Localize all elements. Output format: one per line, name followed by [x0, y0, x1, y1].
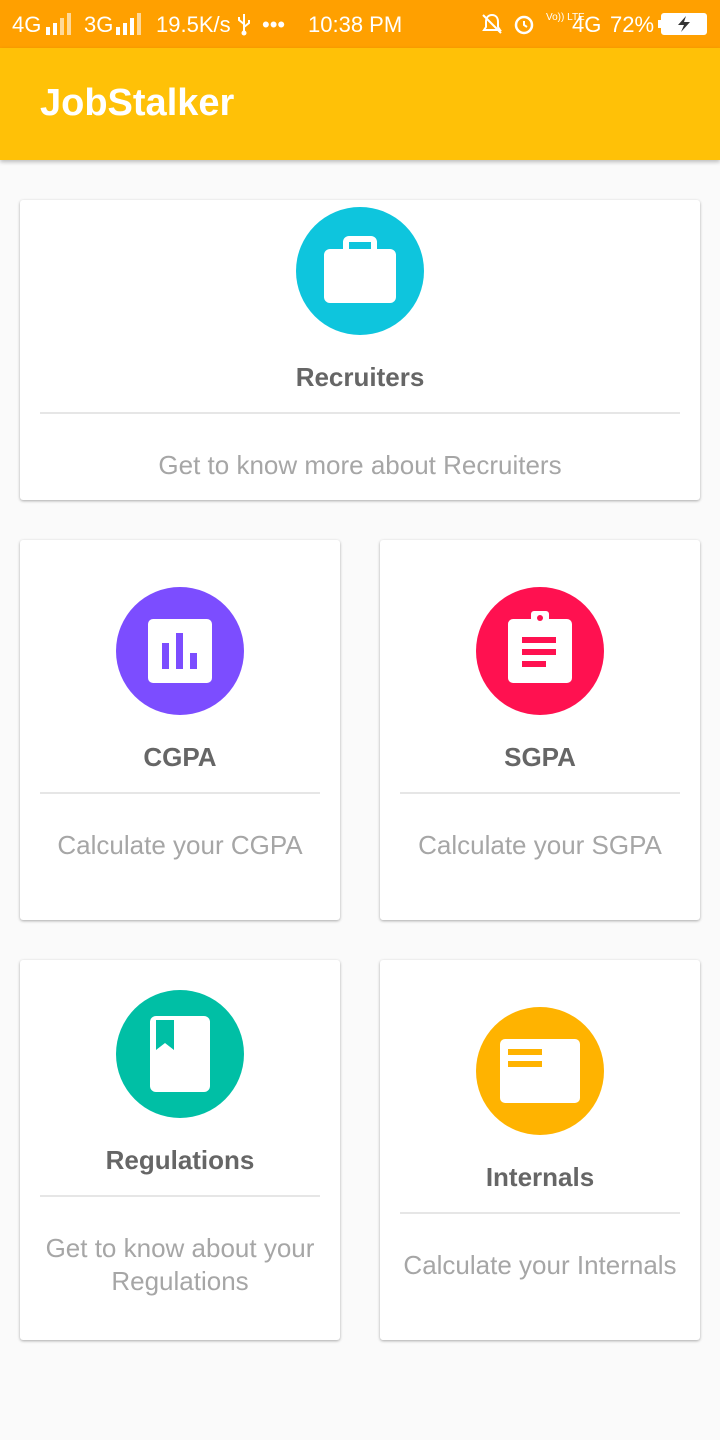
regulations-title: Regulations	[105, 1145, 255, 1175]
internals-icon-circle	[476, 1007, 604, 1135]
signal-strength-icon	[46, 13, 71, 35]
signal-strength-icon-2	[116, 13, 141, 35]
network-speed: 19.5K/s	[156, 12, 231, 37]
clipboard-icon	[508, 611, 572, 683]
internals-description: Calculate your Internals	[403, 1250, 677, 1280]
sgpa-icon-circle	[476, 587, 604, 715]
recruiters-description: Get to know more about Recruiters	[158, 450, 562, 480]
app-title: JobStalker	[40, 82, 235, 124]
cgpa-icon-circle	[116, 587, 244, 715]
internals-card[interactable]: Internals Calculate your Internals	[380, 960, 700, 1340]
cgpa-description: Calculate your CGPA	[57, 830, 303, 860]
status-bar: 4G 3G 19.5K/s ••• 10:38 PM Vo)) LTE 4G 7…	[0, 0, 720, 48]
recruiters-title: Recruiters	[295, 362, 425, 392]
cgpa-card[interactable]: CGPA Calculate your CGPA	[20, 540, 340, 920]
sgpa-divider	[400, 792, 680, 794]
sgpa-description: Calculate your SGPA	[418, 830, 662, 860]
recruiters-icon-circle	[296, 207, 424, 335]
clock: 10:38 PM	[308, 12, 403, 37]
network-type-1: 4G	[12, 12, 42, 37]
app-bar: JobStalker	[0, 48, 720, 160]
sgpa-card[interactable]: SGPA Calculate your SGPA	[380, 540, 700, 920]
briefcase-icon	[324, 236, 396, 303]
volte-indicator: Vo)) LTE	[546, 12, 585, 23]
bar-chart-icon	[148, 619, 212, 683]
regulations-icon-circle	[116, 990, 244, 1118]
notifications-off-icon	[482, 13, 502, 34]
recruiters-divider	[40, 412, 680, 414]
network-type-3: 4G	[572, 12, 602, 37]
regulations-card[interactable]: Regulations Get to know about your Regul…	[20, 960, 340, 1340]
network-type-2: 3G	[84, 12, 114, 37]
card-icon	[500, 1039, 580, 1103]
book-icon	[150, 1016, 210, 1092]
cgpa-title: CGPA	[143, 742, 217, 772]
regulations-divider	[40, 1195, 320, 1197]
battery-percentage: 72%	[610, 12, 655, 37]
usb-icon	[238, 14, 250, 36]
more-notifications-icon: •••	[262, 12, 286, 37]
alarm-icon	[514, 15, 534, 35]
internals-divider	[400, 1212, 680, 1214]
cgpa-divider	[40, 792, 320, 794]
sgpa-title: SGPA	[504, 742, 576, 772]
recruiters-card[interactable]: Recruiters Get to know more about Recrui…	[20, 200, 700, 500]
battery-charging-icon	[658, 13, 707, 35]
regulations-description: Get to know about your Regulations	[45, 1233, 315, 1296]
internals-title: Internals	[485, 1162, 595, 1192]
